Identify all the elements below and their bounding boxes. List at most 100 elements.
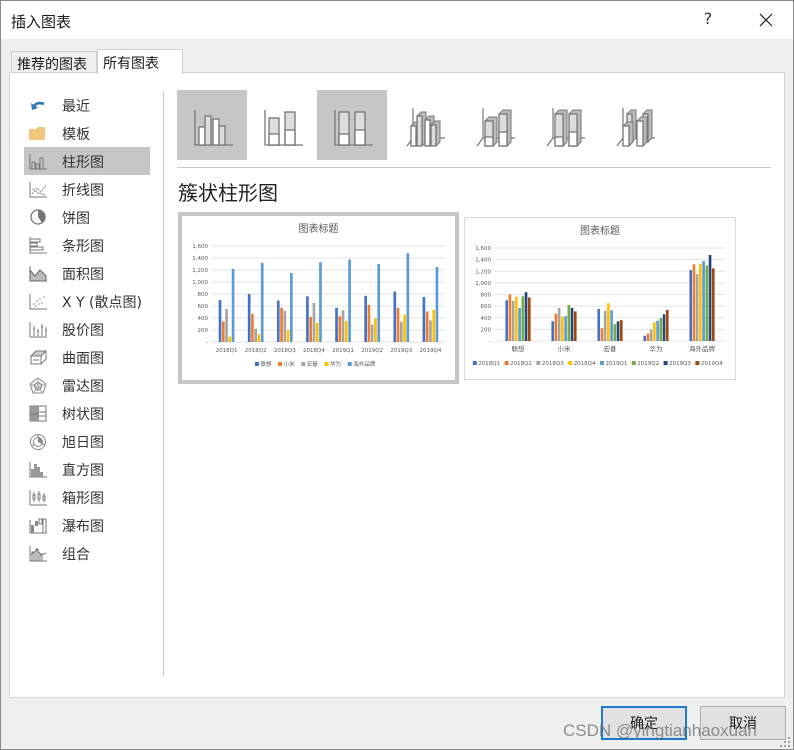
sidebar-item-scatter-chart[interactable]: X Y (散点图) [24,287,150,315]
y-tick-label: 1,400 [192,256,208,262]
subtype-clustered-column[interactable] [177,90,247,160]
bar [406,253,410,342]
resize-grip-icon[interactable] [779,736,791,748]
sidebar-item-combo-chart[interactable]: 组合 [24,539,150,567]
x-tick-label: 2019Q1 [332,348,354,354]
legend-label: 2018Q4 [574,361,596,367]
3d-stacked-column-icon [476,108,515,147]
bar [597,309,601,341]
bar [561,316,564,341]
pie-chart-icon [30,209,46,225]
sunburst-chart-icon [30,434,46,450]
bar [247,294,251,342]
sidebar-item-box-whisker-chart[interactable]: 箱形图 [24,483,150,511]
y-tick-label: 1,200 [475,269,491,275]
sidebar-item-histogram-chart[interactable]: 直方图 [24,455,150,483]
x-tick-label: 2019Q2 [361,348,383,354]
bar [422,297,426,342]
bar [393,291,397,342]
bar [573,311,577,341]
x-tick-label: 2019Q3 [390,348,412,354]
help-button[interactable]: ? [697,9,719,31]
bar [344,321,348,342]
chart-preview-1[interactable]: 图表标题 - 200 400 600 800 1,000 1,200 1,400 1,600 201… [178,212,459,384]
x-tick-label: 2018Q4 [303,348,325,354]
x-tick-label: 2018Q1 [216,348,238,354]
sidebar-item-label: 柱形图 [62,155,104,171]
tab-all-charts[interactable]: 所有图表 [97,49,183,74]
sidebar-item-stock-chart[interactable]: 股价图 [24,315,150,343]
bar [705,265,709,341]
sidebar-item-label: X Y (散点图) [62,295,142,311]
waterfall-chart-icon [29,518,47,534]
legend-swatch [695,361,700,365]
tab-recommended-charts[interactable]: 推荐的图表 [11,51,97,73]
bar [280,307,283,342]
radar-chart-icon [29,377,47,394]
bar [665,309,669,341]
legend-swatch [536,361,541,365]
bar [643,335,647,341]
sidebar-item-line-chart[interactable]: 折线图 [24,175,150,203]
sidebar-item-area-chart[interactable]: 面积图 [24,259,150,287]
chart-title: 图表标题 [580,224,620,237]
legend-swatch [301,362,306,366]
y-tick-label: 1,400 [475,258,491,264]
legend-label: 2019Q2 [637,361,659,367]
bar [570,307,574,341]
sidebar-item-column-chart[interactable]: 柱形图 [24,147,150,175]
subtype-3d-clustered-column[interactable] [387,90,457,160]
legend-label: 海外品牌 [353,360,376,368]
sidebar-item-sunburst-chart[interactable]: 旭日图 [24,427,150,455]
close-button[interactable] [753,7,779,33]
sidebar-item-waterfall-chart[interactable]: 瀑布图 [24,511,150,539]
bar [312,303,316,342]
sidebar-item-folder[interactable]: 模板 [24,119,150,147]
y-tick-label: - [489,339,491,345]
chart-title: 图表标题 [299,222,339,235]
insert-chart-dialog: 插入图表 ? 推荐的图表 所有图表 最近 模板柱形图折线图饼图条形图 面积图 X Y … [0,0,794,750]
combo-chart-icon [29,546,47,562]
sidebar-item-surface-chart[interactable]: 曲面图 [24,343,150,371]
chart-preview-2[interactable]: 图表标题 - 200 400 600 800 1,000 1,200 1,400 1,600 联想 小… [464,217,736,380]
dialog-title: 插入图表 [11,13,72,31]
y-tick-label: 600 [481,304,492,310]
cancel-button[interactable]: 取消 [700,706,786,740]
ok-button[interactable]: 确定 [601,706,687,740]
column-chart-icon [29,154,47,170]
bar [309,316,313,342]
sidebar-item-treemap-chart[interactable]: 树状图 [24,399,150,427]
bar [257,334,261,342]
bar [711,268,715,341]
subtype-3d-column[interactable] [597,90,667,160]
bar [515,296,518,341]
treemap-chart-icon [29,405,47,422]
x-tick-label: 华为 [650,344,663,353]
bar [218,300,222,342]
subtype-stacked-column[interactable] [247,90,317,160]
box-whisker-chart-icon [29,490,47,506]
bar [702,261,705,341]
bar [396,307,400,342]
subtype-3d-stacked-column[interactable] [457,90,527,160]
bar [286,330,290,342]
bar [341,310,345,342]
sidebar-item-radar-chart[interactable]: 雷达图 [24,371,150,399]
subtype-100-stacked-column[interactable] [317,90,387,160]
sidebar-item-label: 饼图 [62,211,90,227]
bar [319,262,322,342]
subtype-3d-100-stacked-column[interactable] [527,90,597,160]
bar [692,264,696,341]
sidebar-item-pie-chart[interactable]: 饼图 [24,203,150,231]
3d-column-icon [616,108,655,147]
bar [225,309,228,342]
sidebar-item-undo-arrow[interactable]: 最近 [24,91,150,119]
sidebar-item-label: 旭日图 [62,435,104,451]
sidebar-item-bar-chart[interactable]: 条形图 [24,231,150,259]
chart-preview-1-svg: 图表标题 - 200 400 600 800 1,000 1,200 1,400 1,600 201… [192,222,445,368]
y-tick-label: 600 [198,304,209,310]
3d-clustered-column-icon [406,108,445,147]
sidebar-item-label: 股价图 [62,323,104,339]
bar [403,314,406,342]
sidebar-item-label: 直方图 [62,463,104,479]
